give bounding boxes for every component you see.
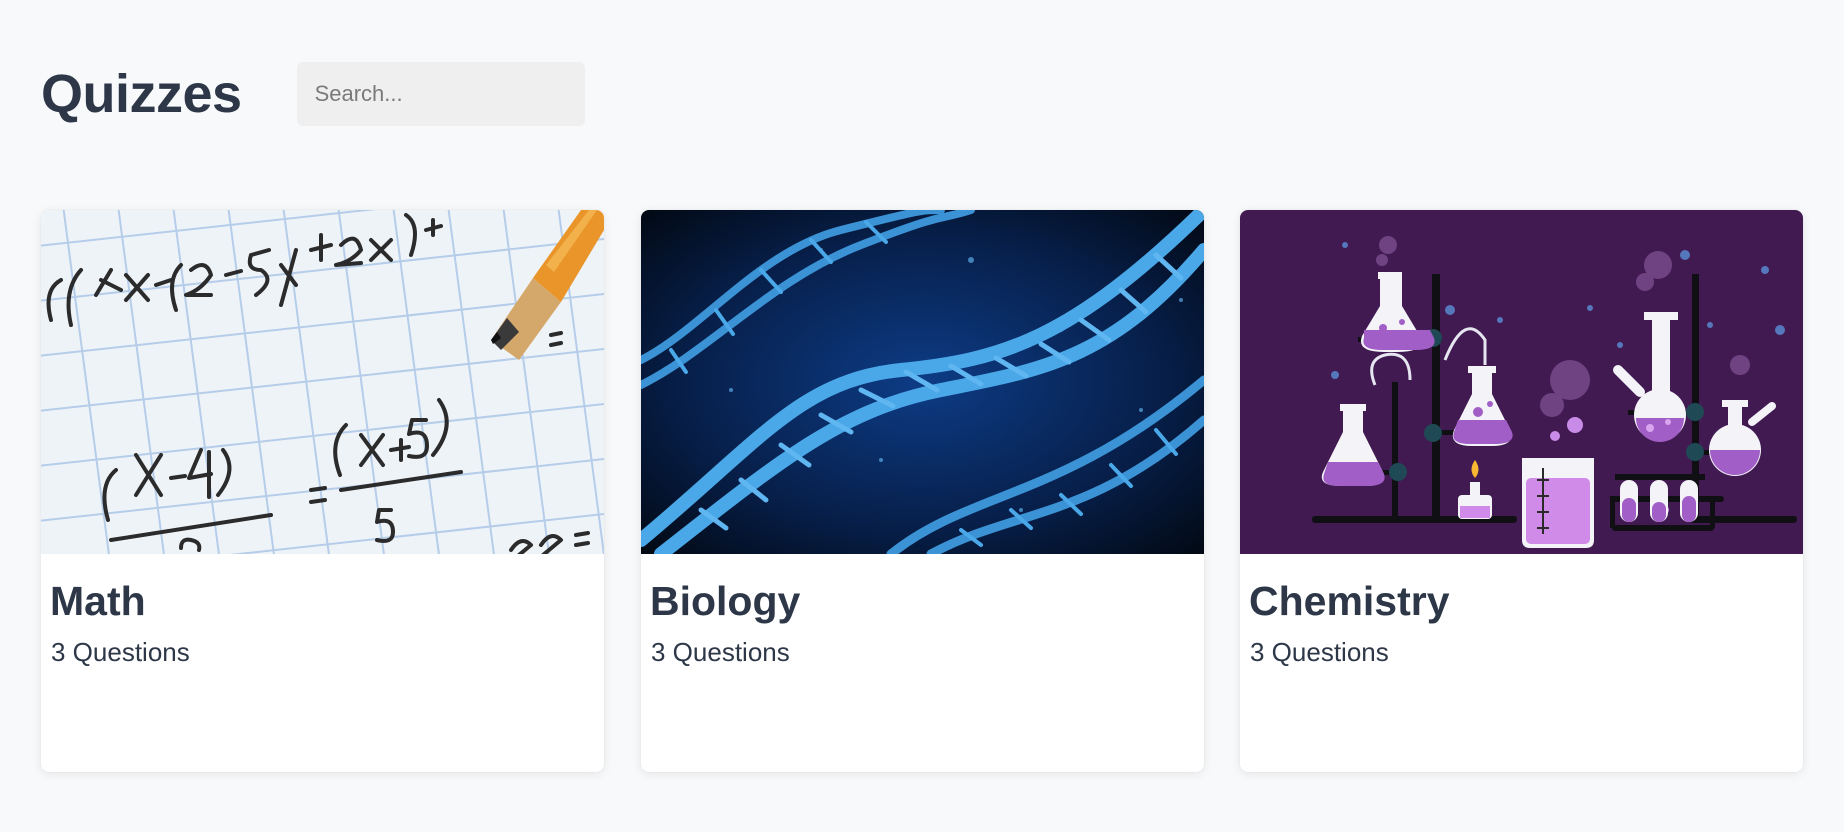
quiz-card-question-count: 3 Questions: [651, 637, 790, 667]
quiz-card-title: Chemistry: [1249, 578, 1450, 624]
quiz-card-math[interactable]: Math 3 Questions: [41, 210, 604, 772]
quizzes-page: Quizzes Search... Math 3 Questions Biolo…: [0, 0, 1844, 832]
quiz-card-question-count: 3 Questions: [1250, 637, 1389, 667]
page-header: Quizzes: [41, 52, 585, 136]
page-title: Quizzes: [41, 64, 242, 124]
search-input[interactable]: [296, 62, 585, 126]
quiz-card-biology[interactable]: Biology 3 Questions: [641, 210, 1204, 772]
dna-helix-image: [641, 210, 1204, 554]
quiz-card-chemistry[interactable]: Chemistry 3 Questions: [1240, 210, 1803, 772]
quiz-card-title: Biology: [650, 578, 801, 624]
quiz-card-question-count: 3 Questions: [51, 637, 190, 667]
math-worksheet-image: [41, 210, 604, 554]
chemistry-lab-image: [1240, 210, 1803, 554]
quiz-card-title: Math: [50, 578, 146, 624]
